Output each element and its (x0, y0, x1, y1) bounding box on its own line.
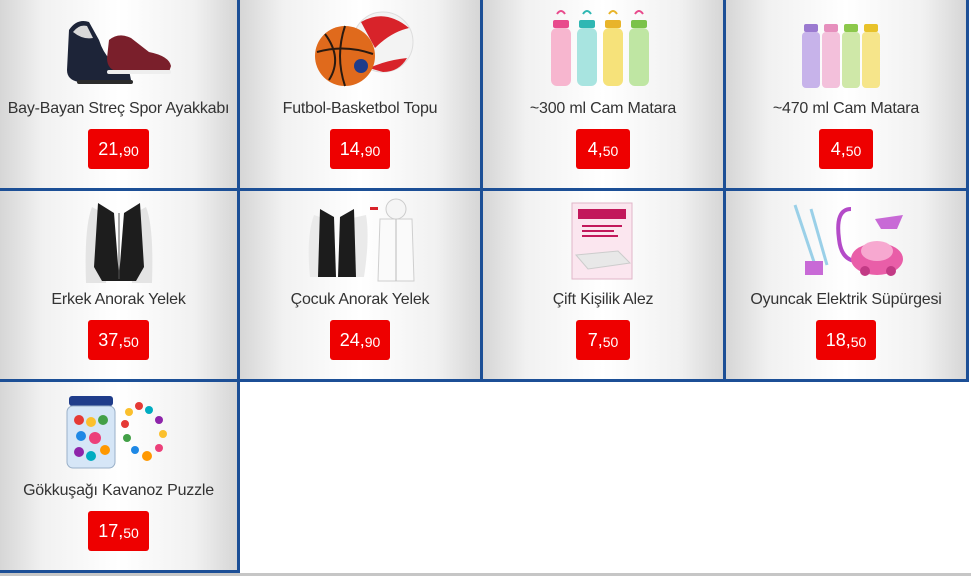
ball-icon (285, 6, 435, 94)
product-card[interactable]: Bay-Bayan Streç Spor Ayakkabı 21, 90 (0, 0, 240, 191)
price-badge: 14, 90 (329, 129, 391, 169)
product-grid: Bay-Bayan Streç Spor Ayakkabı 21, 90 Futb… (0, 0, 971, 578)
product-name: Çift Kişilik Alez (552, 291, 654, 308)
shoe-icon (44, 6, 194, 94)
price-badge: 17, 50 (88, 511, 149, 551)
price-badge: 4, 50 (576, 129, 630, 169)
product-name: Erkek Anorak Yelek (51, 291, 186, 308)
footer-divider (0, 573, 971, 576)
toy-vacuum-icon (771, 197, 921, 285)
bottle-icon (528, 6, 678, 94)
price-badge: 37, 50 (88, 320, 149, 360)
product-name: Futbol-Basketbol Topu (282, 100, 438, 117)
price-badge: 18, 50 (815, 320, 877, 360)
product-card[interactable]: Oyuncak Elektrik Süpürgesi 18, 50 (723, 188, 969, 382)
price-badge: 24, 90 (329, 320, 391, 360)
product-name: ~300 ml Cam Matara (529, 100, 677, 117)
bottle-icon (771, 6, 921, 94)
price-badge: 4, 50 (819, 129, 873, 169)
product-name: Çocuk Anorak Yelek (290, 291, 430, 308)
bead-jar-icon (44, 388, 194, 476)
product-card[interactable]: Gökkuşağı Kavanoz Puzzle 17, 50 (0, 379, 240, 573)
product-name: Gökkuşağı Kavanoz Puzzle (23, 482, 214, 499)
product-name: Bay-Bayan Streç Spor Ayakkabı (7, 100, 230, 117)
product-card[interactable]: Futbol-Basketbol Topu 14, 90 (237, 0, 483, 191)
vest-icon (44, 197, 194, 285)
product-name: Oyuncak Elektrik Süpürgesi (750, 291, 942, 308)
product-card[interactable]: ~300 ml Cam Matara 4, 50 (480, 0, 726, 191)
product-card[interactable]: Erkek Anorak Yelek 37, 50 (0, 188, 240, 382)
product-card[interactable]: Çift Kişilik Alez 7, 50 (480, 188, 726, 382)
price-badge: 7, 50 (576, 320, 630, 360)
product-card[interactable]: Çocuk Anorak Yelek 24, 90 (237, 188, 483, 382)
product-name: ~470 ml Cam Matara (772, 100, 920, 117)
vest-icon (285, 197, 435, 285)
product-card[interactable]: ~470 ml Cam Matara 4, 50 (723, 0, 969, 191)
mattress-protector-icon (528, 197, 678, 285)
price-badge: 21, 90 (88, 129, 149, 169)
